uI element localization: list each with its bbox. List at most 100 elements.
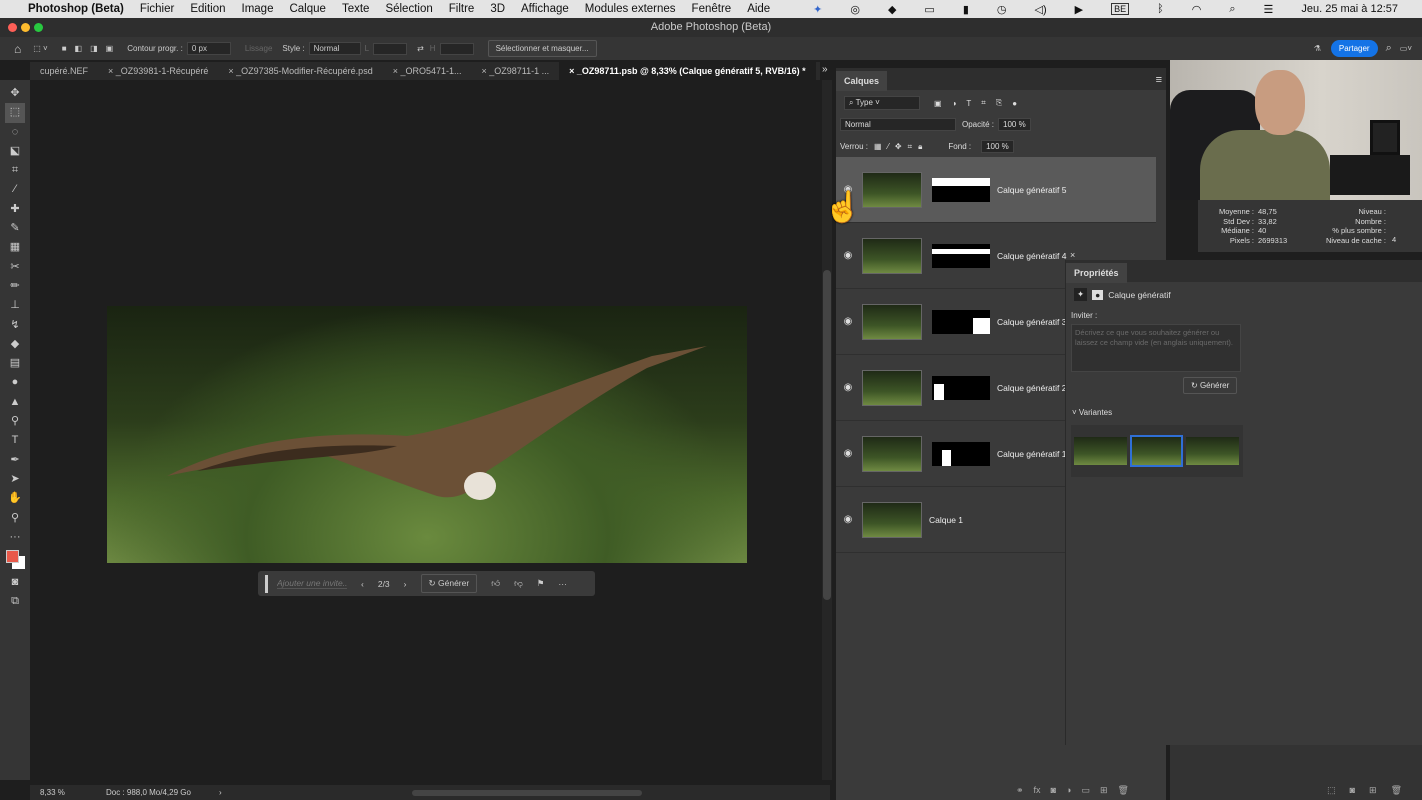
pen-tool-icon[interactable]: ✒: [5, 451, 25, 470]
tab-document[interactable]: × _OZ97385-Modifier-Récupéré.psd: [218, 62, 382, 80]
path-select-tool-icon[interactable]: ➤: [5, 470, 25, 489]
thumbs-up-icon[interactable]: 👍︎: [491, 578, 500, 589]
layers-tab[interactable]: Calques: [836, 71, 888, 91]
layer-mask-thumbnail[interactable]: [932, 243, 990, 268]
close-window-button[interactable]: [8, 23, 17, 32]
layer-name[interactable]: Calque génératif 5: [997, 185, 1066, 195]
object-select-tool-icon[interactable]: ⬕: [5, 142, 25, 161]
blur-tool-icon[interactable]: ●: [5, 373, 25, 392]
blend-mode-select[interactable]: Normal: [840, 118, 956, 131]
eye-icon[interactable]: ◉: [836, 316, 860, 327]
search-icon[interactable]: ⌕: [1386, 42, 1392, 55]
play-icon[interactable]: ▶: [1075, 3, 1083, 16]
new-icon[interactable]: ⬚: [1327, 785, 1336, 796]
mask-icon[interactable]: ◙: [1350, 785, 1355, 796]
flag-icon[interactable]: ⚑: [537, 578, 545, 589]
prompt-input[interactable]: Ajouter une invite...: [277, 578, 347, 589]
zoom-level[interactable]: 8,33 %: [40, 788, 90, 797]
lock-transparent-icon[interactable]: ▦: [874, 142, 882, 151]
filter-shape-icon[interactable]: ⌗: [981, 98, 986, 108]
menu-app[interactable]: Photoshop (Beta): [28, 3, 124, 15]
height-input[interactable]: [439, 42, 474, 55]
menu-texte[interactable]: Texte: [342, 3, 370, 15]
filter-pixel-icon[interactable]: ▣: [934, 99, 942, 108]
vertical-scrollbar[interactable]: [822, 80, 832, 780]
move-tool-icon[interactable]: ✥: [5, 84, 25, 103]
search-icon[interactable]: ⌕: [1229, 3, 1235, 16]
delete-layer-icon[interactable]: 🗑︎: [1118, 785, 1129, 796]
bluetooth-icon[interactable]: ᛒ: [1157, 3, 1164, 15]
layer-mask-thumbnail[interactable]: [932, 375, 990, 400]
tab-document[interactable]: × _OZ93981-1-Récupéré: [98, 62, 218, 80]
lasso-tool-icon[interactable]: ◌: [5, 123, 25, 142]
layer-name[interactable]: Calque 1: [929, 515, 963, 525]
dodge-tool-icon[interactable]: ⚲: [5, 412, 25, 431]
menu-affichage[interactable]: Affichage: [521, 3, 569, 15]
eyedropper-tool-icon[interactable]: ⁄: [5, 180, 25, 199]
clone-stamp-icon[interactable]: ⊥: [5, 296, 25, 315]
filter-toggle-icon[interactable]: ●: [1012, 99, 1017, 108]
horizontal-scrollbar[interactable]: [411, 789, 642, 796]
tab-document-active[interactable]: × _OZ98711.psb @ 8,33% (Calque génératif…: [559, 62, 816, 80]
expand-panels-icon[interactable]: »: [822, 64, 828, 75]
feather-input[interactable]: 0 px: [186, 42, 231, 55]
width-input[interactable]: [373, 42, 408, 55]
eraser-tool-icon[interactable]: ◆: [5, 335, 25, 354]
sharpen-tool-icon[interactable]: ▲: [5, 393, 25, 412]
fill-input[interactable]: 100 %: [981, 140, 1014, 153]
previous-variant-button[interactable]: ‹: [361, 579, 364, 589]
adjustment-layer-icon[interactable]: ◑: [1066, 785, 1071, 796]
creative-cloud-icon[interactable]: ◎: [850, 3, 860, 16]
foreground-color-swatch[interactable]: [6, 550, 19, 564]
select-and-mask-button[interactable]: Sélectionner et masquer...: [487, 40, 597, 57]
lock-all-icon[interactable]: 🔒︎: [918, 142, 922, 152]
add-icon[interactable]: ⊞: [1369, 785, 1377, 796]
menu-selection[interactable]: Sélection: [385, 3, 432, 15]
intersect-selection-icon[interactable]: ▣: [106, 44, 114, 53]
filter-type-icon[interactable]: T: [966, 99, 971, 108]
menu-calque[interactable]: Calque: [289, 3, 325, 15]
crop-tool-icon[interactable]: ⌗: [5, 161, 25, 180]
menu-fenetre[interactable]: Fenêtre: [692, 3, 732, 15]
stamp-tool-icon[interactable]: ▦: [5, 238, 25, 257]
tab-document[interactable]: × _OZ98711-1 ...: [472, 62, 560, 80]
variant-thumbnail-selected[interactable]: [1130, 435, 1183, 467]
panel-menu-icon[interactable]: ≡: [1156, 74, 1162, 86]
generate-button[interactable]: ↻ Générer: [1183, 377, 1238, 394]
workspace-icon[interactable]: ▭˅: [1400, 44, 1412, 53]
canvas-image[interactable]: [107, 306, 747, 563]
home-icon[interactable]: ⌂: [14, 42, 21, 56]
generate-button[interactable]: ↻ Générer: [420, 574, 478, 593]
opacity-input[interactable]: 100 %: [998, 118, 1031, 131]
layer-mask-thumbnail[interactable]: [932, 441, 990, 466]
zoom-tool-icon[interactable]: ⚲: [5, 509, 25, 528]
link-layers-icon[interactable]: ⚭: [1016, 785, 1024, 796]
thumbs-down-icon[interactable]: 👎︎: [514, 578, 523, 589]
add-mask-icon[interactable]: ◙: [1051, 785, 1056, 796]
drag-handle[interactable]: [265, 574, 268, 593]
type-tool-icon[interactable]: T: [5, 431, 25, 450]
clock-icon[interactable]: ◷: [997, 3, 1007, 16]
eye-icon[interactable]: ◉: [836, 382, 860, 393]
close-panel-icon[interactable]: ×: [1070, 250, 1075, 260]
quick-mask-icon[interactable]: ◙: [5, 573, 25, 592]
gradient-tool-icon[interactable]: ▤: [5, 354, 25, 373]
new-layer-icon[interactable]: ⊞: [1100, 785, 1108, 796]
layer-mask-thumbnail[interactable]: [932, 177, 990, 202]
healing-tool-icon[interactable]: ✚: [5, 200, 25, 219]
lock-position-icon[interactable]: ✥: [895, 142, 902, 151]
menu-aide[interactable]: Aide: [747, 3, 770, 15]
minimize-window-button[interactable]: [21, 23, 30, 32]
menu-edition[interactable]: Edition: [190, 3, 225, 15]
subtract-selection-icon[interactable]: ◨: [90, 44, 98, 53]
menu-fichier[interactable]: Fichier: [140, 3, 175, 15]
marquee-tool-icon[interactable]: ⬚ ˅: [33, 44, 47, 53]
eye-icon[interactable]: ◉: [836, 514, 860, 525]
lock-artboard-icon[interactable]: ⌗: [908, 142, 913, 152]
screen-mode-icon[interactable]: ⧉: [5, 592, 25, 611]
new-selection-icon[interactable]: ■: [62, 44, 67, 53]
group-icon[interactable]: ▭: [1081, 785, 1090, 796]
more-tools-icon[interactable]: ···: [5, 528, 25, 547]
volume-icon[interactable]: ◁): [1035, 3, 1047, 16]
tab-document[interactable]: cupéré.NEF: [30, 62, 98, 80]
